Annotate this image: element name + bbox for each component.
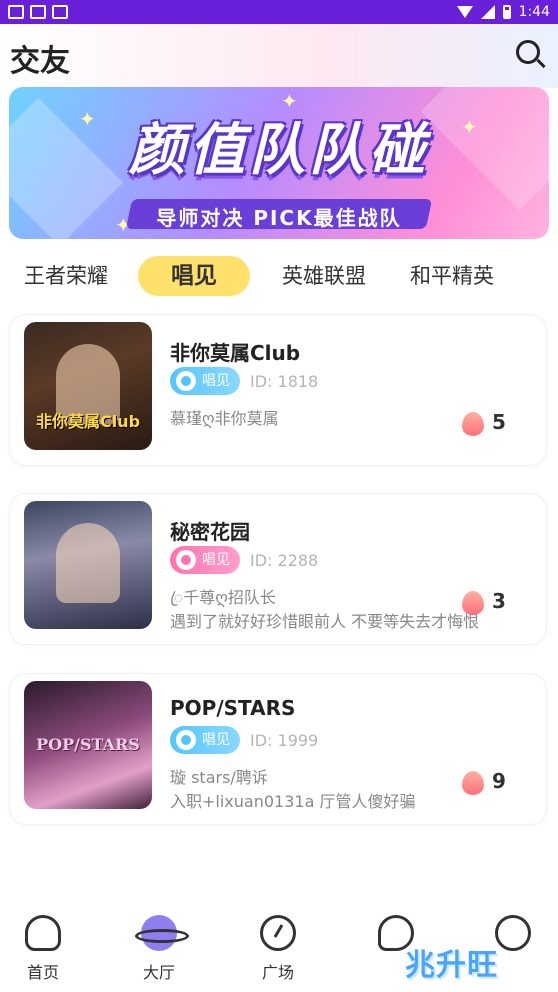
mail-icon — [30, 5, 46, 19]
room-name: 秘密花园 — [170, 520, 250, 544]
planet-icon — [135, 915, 189, 951]
status-time: 1:44 — [518, 4, 550, 20]
room-name: POP/STARS — [170, 696, 296, 720]
flame-icon — [462, 591, 484, 615]
tag-icon — [176, 550, 196, 570]
nav-hall[interactable]: 大厅 — [124, 915, 194, 982]
banner-title: 颜值队队碰 — [129, 118, 429, 183]
room-host: 慕瑾ღ非你莫属 — [170, 409, 279, 428]
room-name: 非你莫属Club — [170, 341, 301, 365]
room-id: ID: 1818 — [250, 372, 319, 391]
heat-count: 5 — [492, 410, 506, 434]
room-host: 璇 stars/聘诉 — [170, 768, 268, 787]
search-button[interactable] — [514, 38, 548, 72]
room-tag: 唱见 — [170, 367, 240, 395]
compass-icon — [260, 915, 296, 951]
watermark-logo: 兆升旺 — [405, 948, 498, 983]
room-cover: 非你莫属Club — [24, 322, 152, 450]
tab-changjian[interactable]: 唱见 — [138, 256, 250, 296]
room-id: ID: 1999 — [250, 731, 319, 750]
room-tag: 唱见 — [170, 726, 240, 754]
app-notification-icon — [52, 5, 68, 19]
mail-icon — [8, 5, 24, 19]
heat-indicator: 3 — [462, 589, 522, 619]
tab-lol[interactable]: 英雄联盟 — [272, 256, 376, 296]
room-card[interactable]: POP/STARS POP/STARS 唱见 ID: 1999 璇 stars/… — [10, 674, 546, 824]
heat-indicator: 9 — [462, 769, 522, 799]
room-tag: 唱见 — [170, 546, 240, 574]
room-cover-text: POP/STARS — [36, 735, 140, 754]
room-card[interactable]: 秘密花园 唱见 ID: 2288 ꦿ千尊ღ招队长 遇到了就好好珍惜眼前人 不要等… — [10, 494, 546, 644]
flame-icon — [462, 771, 484, 795]
tag-icon — [176, 730, 196, 750]
notification-icons — [8, 5, 68, 19]
home-icon — [25, 915, 61, 951]
header: 交友 — [0, 24, 558, 88]
room-card[interactable]: 非你莫属Club 非你莫属Club 唱见 ID: 1818 慕瑾ღ非你莫属 5 — [10, 315, 546, 465]
room-cover — [24, 501, 152, 629]
flame-icon — [462, 412, 484, 436]
tag-icon — [176, 371, 196, 391]
banner-subtitle: 导师对决 PICK最佳战队 — [156, 206, 402, 230]
room-cover: POP/STARS — [24, 681, 152, 809]
nav-home[interactable]: 首页 — [8, 915, 78, 982]
nav-square[interactable]: 广场 — [243, 915, 313, 982]
page-title: 交友 — [10, 44, 70, 79]
status-bar: 1:44 — [0, 0, 558, 24]
battery-icon — [502, 5, 511, 19]
category-tabs: 王者荣耀 唱见 英雄联盟 和平精英 — [0, 252, 558, 302]
room-notice: 遇到了就好好珍惜眼前人 不要等失去才悔恨 — [170, 612, 480, 631]
heat-count: 3 — [492, 589, 506, 613]
room-notice: 入职+lixuan0131a 厅管人傻好骗 — [170, 792, 416, 811]
room-id: ID: 2288 — [250, 551, 319, 570]
room-cover-text: 非你莫属Club — [35, 412, 141, 431]
signal-icon — [480, 5, 495, 19]
tab-wangzhe[interactable]: 王者荣耀 — [14, 256, 118, 296]
face-icon — [495, 915, 531, 951]
tab-heping[interactable]: 和平精英 — [400, 256, 504, 296]
promo-banner[interactable]: ✦ ✦ ✦ ✦ 颜值队队碰 导师对决 PICK最佳战队 — [9, 87, 549, 239]
wifi-icon — [456, 6, 473, 18]
heat-count: 9 — [492, 769, 506, 793]
heat-indicator: 5 — [462, 410, 522, 440]
